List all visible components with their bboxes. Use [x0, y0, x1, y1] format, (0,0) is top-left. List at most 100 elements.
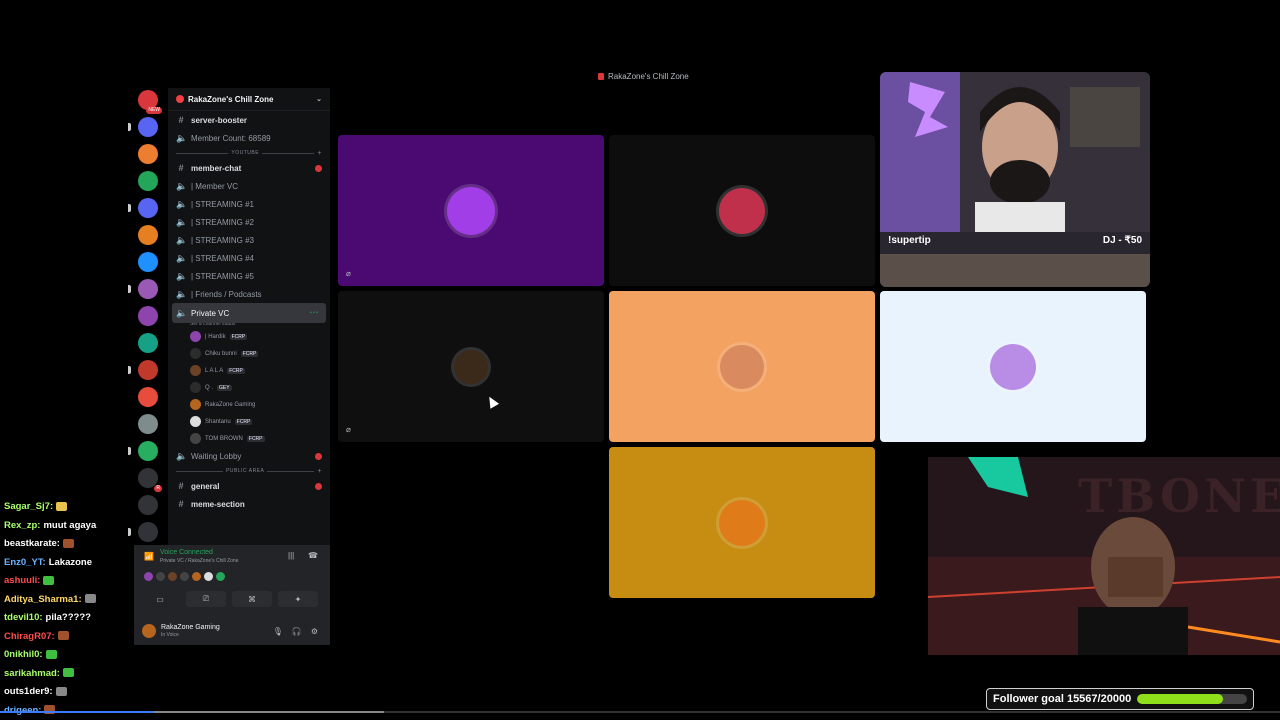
speaker-icon: 🔈	[176, 234, 188, 245]
hash-icon: #	[178, 115, 184, 125]
divider	[262, 152, 315, 154]
avatar	[144, 572, 153, 581]
channel-item[interactable]: 🔈 | Friends / Podcasts	[168, 285, 330, 303]
divider	[176, 470, 224, 472]
chat-message: 0nikhil0:	[4, 646, 134, 665]
server-icon[interactable]	[138, 252, 158, 272]
server-icon[interactable]: NEW	[138, 90, 162, 114]
speaker-icon: 🔈	[176, 270, 188, 281]
voice-member[interactable]: Shantanu FCRP	[168, 413, 330, 430]
server-icon[interactable]	[138, 360, 158, 380]
playback-progress-bar[interactable]	[0, 711, 1280, 713]
server-icon[interactable]	[138, 306, 158, 326]
voice-tile[interactable]: ⌀	[338, 135, 604, 286]
server-icon[interactable]	[138, 279, 158, 299]
chat-username: 0nikhil0:	[4, 649, 43, 660]
server-icon[interactable]	[138, 441, 158, 461]
voice-member[interactable]: L A L A FCRP	[168, 362, 330, 379]
supertip-command: !supertip	[888, 234, 931, 246]
webcam-top: !supertip DJ - ₹50	[880, 72, 1150, 287]
category-youtube[interactable]: YOUTUBE +	[168, 147, 330, 159]
voice-tile[interactable]	[609, 135, 875, 286]
server-icon[interactable]	[138, 495, 158, 515]
channel-item[interactable]: 🔈 | STREAMING #3	[168, 231, 330, 249]
gear-icon[interactable]: ⚙	[311, 627, 318, 636]
channel-item[interactable]: 🔈 | STREAMING #4	[168, 249, 330, 267]
channel-item[interactable]: 🔈 | STREAMING #2	[168, 213, 330, 231]
add-channel-icon[interactable]: +	[317, 150, 322, 157]
server-icon[interactable]	[138, 225, 158, 245]
server-icon[interactable]	[138, 144, 158, 164]
server-icon[interactable]	[138, 387, 158, 407]
chat-text: pila?????	[45, 612, 91, 623]
chevron-down-icon[interactable]: ⌄	[316, 95, 322, 103]
emote-icon	[55, 686, 67, 696]
channel-meme-section[interactable]: # meme-section	[168, 495, 330, 513]
voice-tile[interactable]	[609, 447, 875, 598]
voice-member[interactable]: TOM BROWN FCRP	[168, 430, 330, 447]
unread-badge	[315, 164, 322, 172]
webcam-bottom: TBONE	[928, 457, 1280, 655]
server-icon[interactable]	[138, 171, 158, 191]
channel-item[interactable]: 🔈 | Member VC	[168, 177, 330, 195]
server-icon[interactable]	[138, 333, 158, 353]
member-name: Chiku bunni	[205, 350, 237, 357]
voice-member[interactable]: RakaZone Gaming	[168, 396, 330, 413]
channel-item[interactable]: 🔈 | STREAMING #1	[168, 195, 330, 213]
activities-button[interactable]: ⌘	[232, 591, 272, 607]
voice-channel-path: Private VC / RakaZone's Chill Zone	[160, 558, 239, 564]
server-icon[interactable]	[138, 522, 158, 542]
channel-label: | STREAMING #3	[191, 235, 254, 245]
category-public-area[interactable]: PUBLIC AREA +	[168, 465, 330, 477]
voice-status[interactable]: Voice Connected	[160, 549, 213, 556]
screen-share-button[interactable]: ⎚	[186, 591, 226, 607]
channel-private-vc[interactable]: 🔈 Private VC • • •	[172, 303, 326, 323]
voice-member[interactable]: Chiku bunni FCRP	[168, 345, 330, 362]
chat-message: sarikahmad:	[4, 665, 134, 684]
avatar	[190, 416, 201, 427]
channel-server-booster[interactable]: # server-booster	[168, 111, 330, 129]
chat-username: Sagar_Sj7:	[4, 501, 54, 512]
chat-username: ashuuli:	[4, 575, 41, 586]
server-icon[interactable]: R	[138, 468, 162, 492]
channel-member-count[interactable]: 🔈 Member Count: 68589	[168, 129, 330, 147]
voice-tile[interactable]: ⌀	[338, 291, 604, 442]
voice-tile[interactable]	[609, 291, 875, 442]
chat-message: Aditya_Sharma1:	[4, 591, 134, 610]
channel-item[interactable]: # member-chat	[168, 159, 330, 177]
rail-indicator	[128, 204, 131, 212]
server-icon[interactable]	[138, 198, 158, 218]
channel-waiting-lobby[interactable]: 🔈 Waiting Lobby	[168, 447, 330, 465]
emote-icon	[43, 575, 55, 585]
divider	[176, 152, 229, 154]
voice-member[interactable]: | Hardik FCRP	[168, 328, 330, 345]
headphones-icon[interactable]: 🎧	[292, 627, 302, 636]
speaker-icon: 🔈	[176, 252, 188, 263]
camera-button[interactable]: ▭	[138, 591, 182, 607]
disconnect-icon[interactable]: ☎	[308, 551, 318, 560]
channel-label: member-chat	[191, 163, 242, 173]
channel-item[interactable]: 🔈 | STREAMING #5	[168, 267, 330, 285]
member-name: L A L A	[205, 367, 224, 374]
noise-suppression-icon[interactable]: |||	[288, 551, 294, 560]
voice-tile[interactable]	[880, 291, 1146, 442]
soundboard-button[interactable]: ✦	[278, 591, 318, 607]
voice-member[interactable]: Q . GEY	[168, 379, 330, 396]
member-tag: FCRP	[234, 418, 253, 425]
rail-indicator	[128, 285, 131, 293]
channel-general[interactable]: # general	[168, 477, 330, 495]
window-title-text: RakaZone's Chill Zone	[608, 72, 689, 81]
member-name: RakaZone Gaming	[205, 401, 256, 408]
participant-avatar	[454, 349, 488, 384]
channel-label: | STREAMING #5	[191, 271, 254, 281]
channel-label: | STREAMING #1	[191, 199, 254, 209]
user-avatar[interactable]	[142, 624, 156, 638]
server-icon[interactable]	[138, 414, 158, 434]
signal-icon[interactable]: 📶	[144, 552, 154, 561]
server-header[interactable]: RakaZone's Chill Zone ⌄	[168, 88, 330, 111]
emote-icon	[84, 594, 96, 604]
channel-label: | STREAMING #4	[191, 253, 254, 263]
add-channel-icon[interactable]: +	[317, 468, 322, 475]
server-icon[interactable]	[138, 117, 158, 137]
mic-icon[interactable]: 🎙	[273, 627, 283, 636]
